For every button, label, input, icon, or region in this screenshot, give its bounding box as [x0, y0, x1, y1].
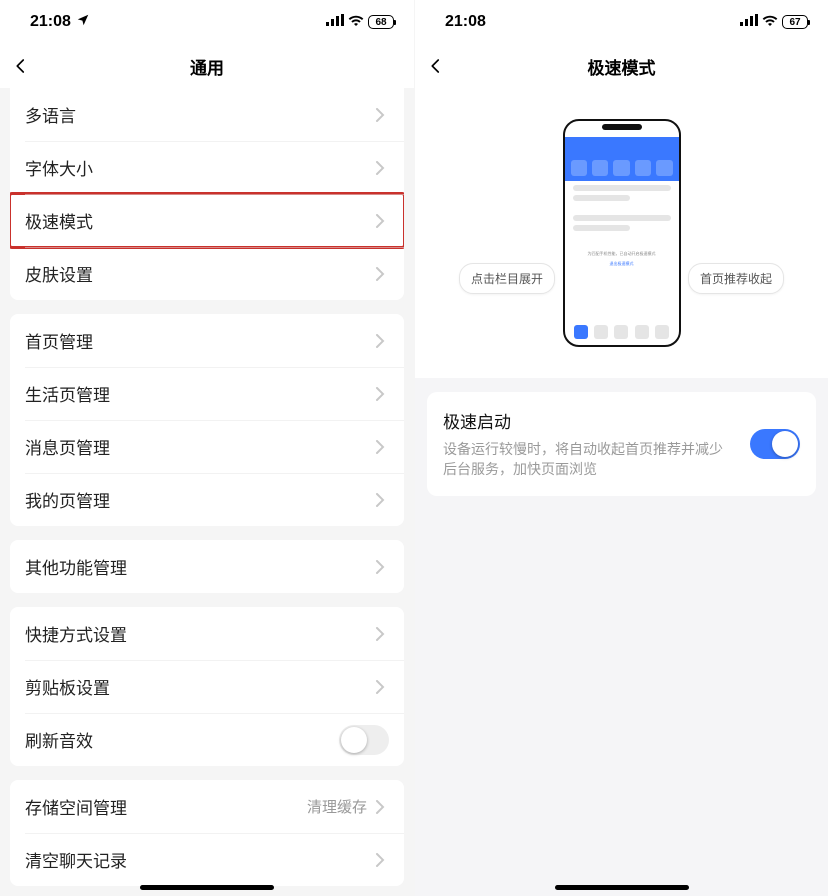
left-phone: 21:08 68 通用 多语言 字体大小: [0, 0, 414, 896]
chevron-right-icon: [371, 625, 389, 643]
row-label: 剪贴板设置: [25, 674, 110, 699]
row-clear-chat[interactable]: 清空聊天记录: [10, 833, 404, 886]
status-left: 21:08: [30, 13, 90, 32]
settings-group: 其他功能管理: [10, 540, 404, 593]
home-indicator: [555, 885, 689, 890]
home-indicator: [140, 885, 274, 890]
right-phone: 21:08 67 极速模式 点击栏目展开 首页推荐收起: [414, 0, 828, 896]
chevron-right-icon: [371, 106, 389, 124]
status-time: 21:08: [445, 13, 486, 31]
settings-group: 存储空间管理 清理缓存 清空聊天记录: [10, 780, 404, 886]
pill-expand-columns: 点击栏目展开: [459, 263, 555, 294]
nav-bar: 极速模式: [415, 44, 828, 88]
row-label: 首页管理: [25, 328, 93, 353]
chevron-left-icon: [427, 57, 445, 75]
row-label: 极速模式: [25, 208, 93, 233]
panel-desc: 设备运行较慢时，将自动收起首页推荐并减少后台服务，加快页面浏览: [443, 439, 736, 480]
chevron-right-icon: [371, 491, 389, 509]
row-message-manage[interactable]: 消息页管理: [10, 420, 404, 473]
row-label: 刷新音效: [25, 727, 93, 752]
chevron-right-icon: [371, 212, 389, 230]
chevron-right-icon: [371, 159, 389, 177]
battery-icon: 68: [368, 15, 394, 29]
chevron-right-icon: [371, 678, 389, 696]
row-label: 快捷方式设置: [25, 621, 127, 646]
location-icon: [76, 13, 90, 32]
page-title: 通用: [190, 54, 224, 79]
wifi-icon: [762, 13, 778, 31]
settings-group: 多语言 字体大小 极速模式 皮肤设置: [10, 88, 404, 300]
wifi-icon: [348, 13, 364, 31]
row-refresh-sound: 刷新音效: [10, 713, 404, 766]
panel-title: 极速启动: [443, 408, 736, 433]
page-title: 极速模式: [588, 54, 656, 79]
row-label: 消息页管理: [25, 434, 110, 459]
phone-illustration-icon: 为匹配手机性能，已自动开启极速模式 退出极速模式: [563, 119, 681, 347]
chevron-right-icon: [371, 558, 389, 576]
illustration-link: 退出极速模式: [565, 261, 679, 267]
status-left: 21:08: [445, 13, 486, 31]
chevron-right-icon: [371, 438, 389, 456]
row-font-size[interactable]: 字体大小: [10, 141, 404, 194]
speed-mode-content: 点击栏目展开 首页推荐收起 为匹配手机性能，已自动开启极速模式 退出极速模式 极…: [415, 88, 828, 896]
row-multilanguage[interactable]: 多语言: [10, 88, 404, 141]
row-shortcut-settings[interactable]: 快捷方式设置: [10, 607, 404, 660]
nav-bar: 通用: [0, 44, 414, 88]
illustration-banner: 为匹配手机性能，已自动开启极速模式: [571, 251, 673, 257]
pill-collapse-recom: 首页推荐收起: [688, 263, 784, 294]
chevron-right-icon: [371, 385, 389, 403]
cellular-icon: [326, 13, 344, 31]
battery-icon: 67: [782, 15, 808, 29]
row-label: 字体大小: [25, 155, 93, 180]
status-right: 67: [740, 13, 808, 31]
chevron-right-icon: [371, 265, 389, 283]
row-skin-settings[interactable]: 皮肤设置: [10, 247, 404, 300]
chevron-right-icon: [371, 851, 389, 869]
row-label: 皮肤设置: [25, 261, 93, 286]
status-bar: 21:08 68: [0, 0, 414, 44]
chevron-right-icon: [371, 332, 389, 350]
status-bar: 21:08 67: [415, 0, 828, 44]
row-label: 我的页管理: [25, 487, 110, 512]
back-button[interactable]: [12, 44, 52, 88]
row-home-manage[interactable]: 首页管理: [10, 314, 404, 367]
row-label: 多语言: [25, 102, 76, 127]
row-label: 其他功能管理: [25, 554, 127, 579]
settings-group: 首页管理 生活页管理 消息页管理 我的页管理: [10, 314, 404, 526]
illustration-area: 点击栏目展开 首页推荐收起 为匹配手机性能，已自动开启极速模式 退出极速模式: [415, 88, 828, 378]
status-time: 21:08: [30, 13, 71, 31]
refresh-sound-toggle[interactable]: [339, 725, 389, 755]
speed-start-toggle[interactable]: [750, 429, 800, 459]
row-clipboard-settings[interactable]: 剪贴板设置: [10, 660, 404, 713]
status-right: 68: [326, 13, 394, 31]
back-button[interactable]: [427, 44, 467, 88]
cellular-icon: [740, 13, 758, 31]
row-mine-manage[interactable]: 我的页管理: [10, 473, 404, 526]
chevron-left-icon: [12, 57, 30, 75]
row-label: 存储空间管理: [25, 794, 127, 819]
row-storage-manage[interactable]: 存储空间管理 清理缓存: [10, 780, 404, 833]
row-label: 清空聊天记录: [25, 847, 127, 872]
panel-text: 极速启动 设备运行较慢时，将自动收起首页推荐并减少后台服务，加快页面浏览: [443, 408, 736, 480]
row-label: 生活页管理: [25, 381, 110, 406]
chevron-right-icon: [371, 798, 389, 816]
row-value: 清理缓存: [307, 796, 367, 817]
row-speed-mode[interactable]: 极速模式: [10, 194, 404, 247]
settings-group: 快捷方式设置 剪贴板设置 刷新音效: [10, 607, 404, 766]
row-other-functions[interactable]: 其他功能管理: [10, 540, 404, 593]
speed-start-panel: 极速启动 设备运行较慢时，将自动收起首页推荐并减少后台服务，加快页面浏览: [427, 392, 816, 496]
settings-scroll[interactable]: 多语言 字体大小 极速模式 皮肤设置 首页管理 生活页管理: [0, 88, 414, 896]
row-life-manage[interactable]: 生活页管理: [10, 367, 404, 420]
